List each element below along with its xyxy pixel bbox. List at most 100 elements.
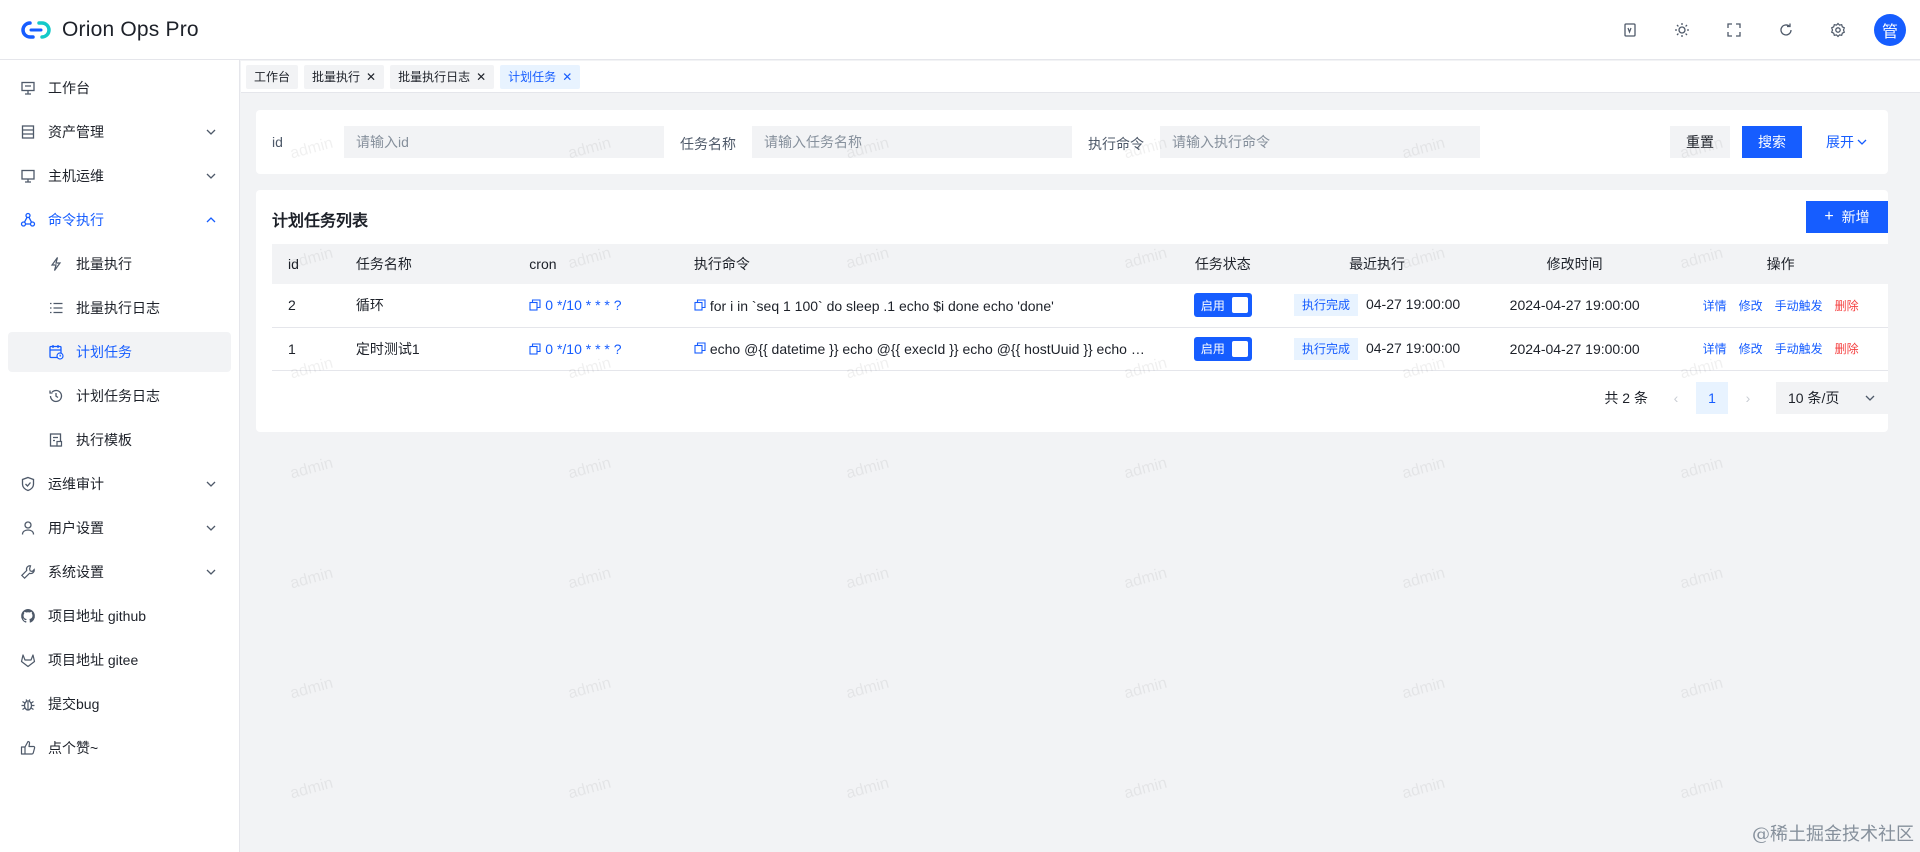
sidebar-item-gitee[interactable]: 项目地址 gitee (8, 640, 231, 680)
command-input[interactable] (1160, 126, 1480, 158)
trigger-link[interactable]: 手动触发 (1775, 342, 1823, 356)
tab-batch-exec-log[interactable]: 批量执行日志 ✕ (390, 64, 495, 89)
theme-icon (1675, 23, 1689, 37)
cell-cron[interactable]: 0 */10 * * * ? (513, 284, 678, 328)
delete-link[interactable]: 删除 (1835, 299, 1859, 313)
brand[interactable]: Orion Ops Pro (20, 18, 199, 42)
desktop-icon (20, 168, 36, 184)
edit-link[interactable]: 修改 (1739, 299, 1763, 313)
tab-scheduled-task[interactable]: 计划任务 ✕ (500, 64, 581, 89)
cell-status: 启用 (1167, 327, 1278, 371)
sidebar-item-scheduled-task[interactable]: 计划任务 (8, 332, 231, 372)
watermark-text: admin (288, 674, 335, 703)
sidebar-item-batch-exec[interactable]: 批量执行 (8, 244, 231, 284)
chevron-up-icon (206, 217, 216, 223)
column-header[interactable]: 任务名称 (339, 244, 514, 284)
sidebar-item-workbench[interactable]: 工作台 (8, 68, 231, 108)
cell-cron[interactable]: 0 */10 * * * ? (513, 327, 678, 371)
sidebar-item-label: 执行模板 (76, 432, 132, 448)
trigger-link[interactable]: 手动触发 (1775, 299, 1823, 313)
cell-last-exec: 执行完成 04-27 19:00:00 (1277, 327, 1477, 371)
watermark-text: admin (844, 564, 891, 593)
task-table: id 任务名称 cron 执行命令 任务状态 最近执行 修改时间 操作 2 循环… (272, 244, 1888, 371)
sidebar-item-label: 批量执行 (76, 256, 132, 272)
copy-icon[interactable] (529, 299, 541, 311)
cell-command[interactable]: for i in `seq 1 100` do sleep .1 echo $i… (677, 284, 1168, 328)
status-toggle[interactable]: 启用 (1193, 293, 1252, 318)
sidebar-item-audit[interactable]: 运维审计 (8, 464, 231, 504)
sidebar-item-command-exec[interactable]: 命令执行 (8, 200, 231, 240)
page-number[interactable]: 1 (1696, 382, 1728, 414)
watermark-text: admin (844, 774, 891, 803)
cell-modified: 2024-04-27 19:00:00 (1476, 327, 1674, 371)
task-name-input[interactable] (752, 126, 1072, 158)
watermark-text: admin (1400, 674, 1447, 703)
cell-status: 启用 (1167, 284, 1278, 328)
theme-button[interactable] (1666, 14, 1698, 46)
thunder-icon (48, 256, 64, 272)
add-button[interactable]: + 新增 (1806, 201, 1888, 233)
status-toggle[interactable]: 启用 (1193, 336, 1252, 361)
watermark-text: admin (566, 774, 613, 803)
sidebar-item-batch-exec-log[interactable]: 批量执行日志 (8, 288, 231, 328)
delete-link[interactable]: 删除 (1835, 342, 1859, 356)
page-size-select[interactable]: 10 条/页 (1776, 382, 1888, 414)
close-icon[interactable]: ✕ (562, 71, 572, 83)
sidebar-item-label: 用户设置 (48, 520, 104, 536)
prev-page-icon[interactable]: ‹ (1660, 382, 1692, 414)
detail-link[interactable]: 详情 (1703, 299, 1727, 313)
settings-button[interactable] (1822, 14, 1854, 46)
user-avatar[interactable]: 管 (1874, 14, 1906, 46)
watermark-text: admin (288, 564, 335, 593)
bug-icon (20, 696, 36, 712)
shield-icon (20, 476, 36, 492)
sidebar-item-exec-template[interactable]: 执行模板 (8, 420, 231, 460)
cell-actions: 详情 修改 手动触发 删除 (1673, 284, 1888, 328)
sidebar-item-user-settings[interactable]: 用户设置 (8, 508, 231, 548)
watermark-text: admin (1678, 774, 1725, 803)
column-header[interactable]: cron (513, 244, 678, 284)
edit-link[interactable]: 修改 (1739, 342, 1763, 356)
fullscreen-button[interactable] (1718, 14, 1750, 46)
last-exec-time: 04-27 19:00:00 (1365, 339, 1461, 356)
id-input[interactable] (344, 126, 664, 158)
column-header[interactable]: id (272, 244, 340, 284)
tab-workbench[interactable]: 工作台 (246, 64, 299, 89)
refresh-icon (1780, 23, 1792, 36)
tab-batch-exec[interactable]: 批量执行 ✕ (304, 64, 385, 89)
column-header[interactable]: 操作 (1673, 244, 1888, 284)
copy-icon[interactable] (529, 342, 541, 355)
toggle-knob (1231, 297, 1248, 314)
copy-icon[interactable] (694, 299, 706, 311)
sidebar-item-github[interactable]: 项目地址 github (8, 596, 231, 636)
ordered-list-icon (48, 300, 64, 316)
column-header[interactable]: 最近执行 (1277, 244, 1477, 284)
expand-button[interactable]: 展开 (1822, 126, 1872, 158)
sidebar-item-host-ops[interactable]: 主机运维 (8, 156, 231, 196)
close-icon[interactable]: ✕ (476, 71, 486, 83)
cell-command[interactable]: echo @{{ datetime }} echo @{{ execId }} … (677, 327, 1168, 371)
watermark-text: admin (1400, 564, 1447, 593)
column-header[interactable]: 任务状态 (1167, 244, 1278, 284)
next-page-icon[interactable]: › (1732, 382, 1764, 414)
sidebar-item-scheduled-task-log[interactable]: 计划任务日志 (8, 376, 231, 416)
sidebar-item-submit-bug[interactable]: 提交bug (8, 684, 231, 724)
search-button[interactable]: 搜索 (1742, 126, 1802, 158)
sidebar-item-system-settings[interactable]: 系统设置 (8, 552, 231, 592)
column-header[interactable]: 执行命令 (677, 244, 1168, 284)
copy-icon[interactable] (694, 342, 706, 354)
refresh-button[interactable] (1770, 14, 1802, 46)
status-toggle-label: 启用 (1200, 342, 1225, 356)
close-icon[interactable]: ✕ (366, 71, 376, 83)
sidebar-item-assets[interactable]: 资产管理 (8, 112, 231, 152)
reset-button[interactable]: 重置 (1670, 126, 1730, 158)
history-icon (48, 388, 64, 404)
chevron-down-icon (1865, 395, 1875, 401)
detail-link[interactable]: 详情 (1703, 342, 1727, 356)
template-icon (48, 432, 64, 448)
column-header[interactable]: 修改时间 (1476, 244, 1674, 284)
document-button[interactable] (1614, 14, 1646, 46)
sidebar-item-like[interactable]: 点个赞~ (8, 728, 231, 768)
tab-bar: 工作台 批量执行 ✕ 批量执行日志 ✕ 计划任务 ✕ (241, 61, 1920, 93)
user-icon (20, 520, 36, 536)
